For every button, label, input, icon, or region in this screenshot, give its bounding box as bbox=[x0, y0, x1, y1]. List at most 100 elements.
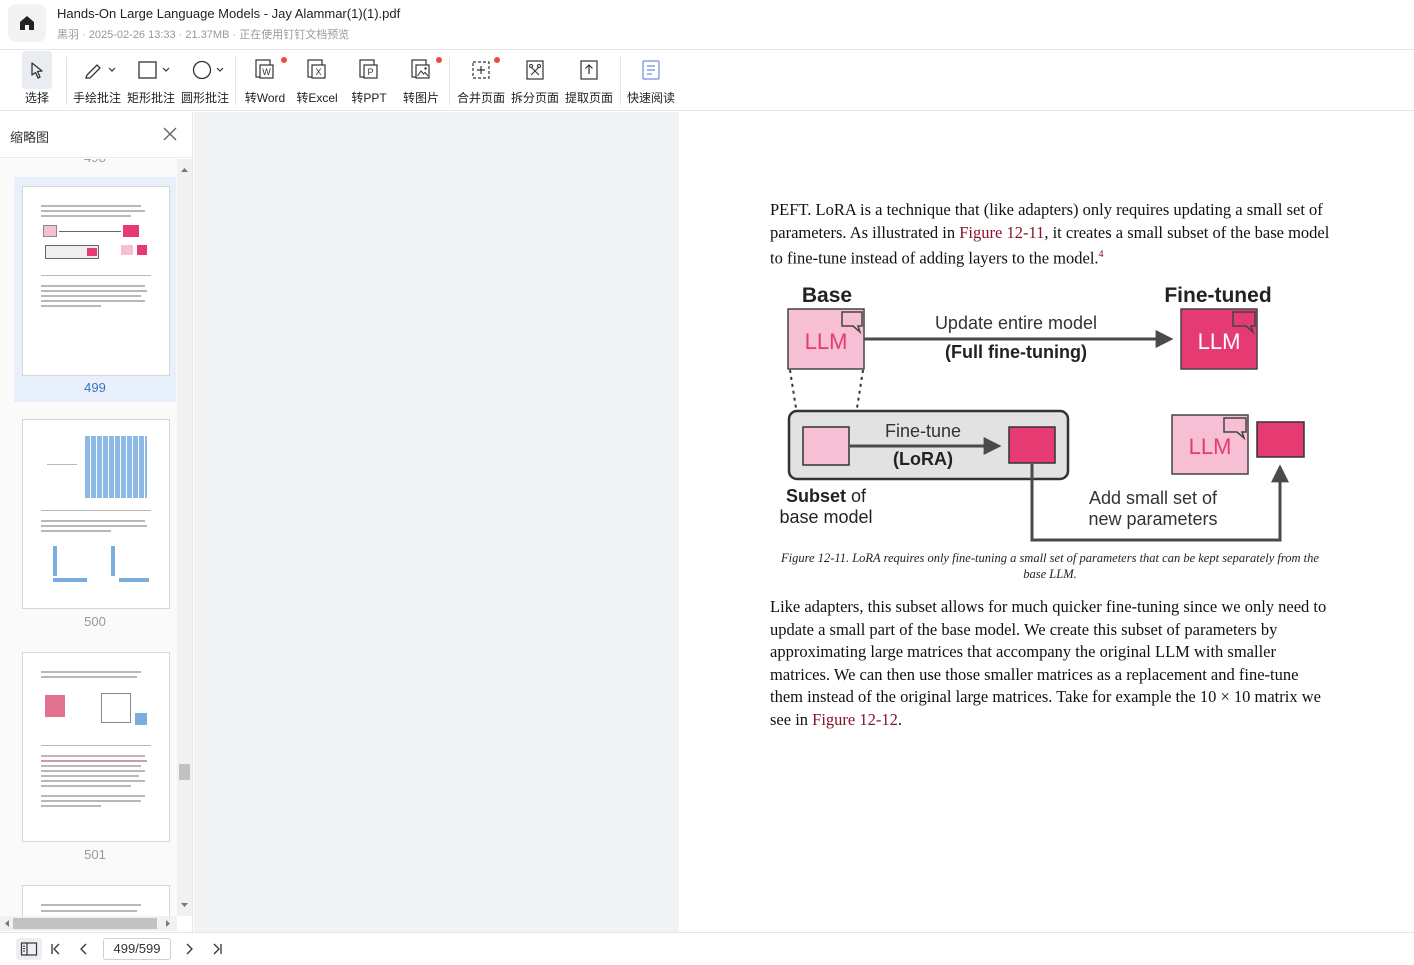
thumbnail-image bbox=[22, 652, 170, 842]
page-number-input[interactable]: 499/599 bbox=[103, 938, 171, 960]
thumbnail-image bbox=[22, 419, 170, 609]
last-page-icon bbox=[213, 943, 222, 955]
subset-label: Subset bbox=[786, 486, 846, 506]
scroll-down-icon[interactable] bbox=[177, 898, 192, 913]
first-page-icon bbox=[51, 943, 60, 955]
thumbnail-sidebar: 缩略图 498 49 bbox=[0, 112, 193, 932]
next-page-button[interactable] bbox=[177, 938, 201, 960]
home-button[interactable] bbox=[8, 4, 46, 42]
base-llm-text: LLM bbox=[805, 329, 848, 354]
select-tool-button[interactable]: 选择 bbox=[22, 51, 52, 111]
figure-caption: Figure 12-11. LoRA requires only fine-tu… bbox=[781, 551, 1319, 581]
toolbar-divider bbox=[66, 57, 67, 105]
footnote-link[interactable]: 4 bbox=[1099, 249, 1104, 260]
thumbnail-page-501[interactable]: 501 bbox=[14, 644, 176, 869]
cursor-icon bbox=[31, 62, 43, 79]
svg-text:W: W bbox=[262, 67, 271, 77]
new-parameters-text: new parameters bbox=[1088, 509, 1217, 529]
full-fine-tuning-text: (Full fine-tuning) bbox=[945, 342, 1087, 362]
fine-tuned-llm-text: LLM bbox=[1198, 329, 1241, 354]
svg-text:Subset of: Subset of bbox=[786, 486, 867, 506]
lora-output-box bbox=[1008, 426, 1056, 464]
thumbnail-page-number: 499 bbox=[84, 380, 106, 395]
merge-pages-button[interactable]: 合并页面 bbox=[456, 51, 506, 111]
toggle-sidebar-button[interactable] bbox=[16, 938, 42, 960]
convert-to-image-button[interactable]: 转图片 bbox=[400, 51, 442, 111]
circle-annotation-button[interactable]: 圆形批注 bbox=[180, 51, 230, 111]
split-pages-button[interactable]: 拆分页面 bbox=[510, 51, 560, 111]
rectangle-icon bbox=[138, 61, 170, 79]
convert-to-word-button[interactable]: W 转Word bbox=[243, 51, 287, 111]
chevron-right-icon bbox=[186, 943, 193, 955]
lora-text: (LoRA) bbox=[893, 449, 953, 469]
merge-pages-icon bbox=[472, 61, 490, 79]
toolbar-divider bbox=[235, 57, 236, 105]
convert-to-ppt-button[interactable]: P 转PPT bbox=[348, 51, 390, 111]
fine-tune-text: Fine-tune bbox=[885, 421, 961, 441]
word-file-icon: W bbox=[255, 59, 274, 79]
excel-file-icon: X bbox=[307, 59, 326, 79]
sidebar-title: 缩略图 bbox=[10, 130, 50, 145]
new-params-box bbox=[1256, 421, 1305, 458]
home-icon bbox=[20, 16, 34, 30]
scroll-up-icon[interactable] bbox=[177, 162, 192, 177]
rectangle-annotation-button[interactable]: 矩形批注 bbox=[126, 51, 176, 111]
svg-text:X: X bbox=[315, 67, 321, 77]
document-meta: 黑羽 · 2025-02-26 13:33 · 21.37MB · 正在使用钉钉… bbox=[57, 29, 350, 41]
extract-pages-button[interactable]: 提取页面 bbox=[564, 51, 614, 111]
thumbnail-image bbox=[22, 186, 170, 376]
thumbnail-page-number: 500 bbox=[84, 614, 106, 629]
circle-icon bbox=[192, 60, 224, 80]
base-label: Base bbox=[802, 284, 852, 307]
figure-link[interactable]: Figure 12-11 bbox=[959, 223, 1044, 242]
scrollbar-thumb[interactable] bbox=[179, 764, 190, 780]
quick-read-icon bbox=[642, 60, 660, 80]
figure-link[interactable]: Figure 12-12 bbox=[812, 710, 898, 729]
quick-read-button[interactable]: 快速阅读 bbox=[626, 51, 676, 111]
pdf-page: PEFT. LoRA is a technique that (like ada… bbox=[679, 112, 1414, 932]
thumbnail-page-partial[interactable] bbox=[14, 877, 176, 916]
convert-to-excel-button[interactable]: X 转Excel bbox=[295, 51, 339, 111]
thumbnail-vertical-scrollbar[interactable] bbox=[177, 159, 192, 916]
thumbnail-partial-label: 498 bbox=[14, 159, 176, 165]
thumbnail-image bbox=[22, 885, 170, 916]
sidebar-header: 缩略图 bbox=[0, 112, 192, 158]
ppt-file-icon: P bbox=[359, 59, 378, 79]
previous-page-button[interactable] bbox=[72, 938, 96, 960]
last-page-button[interactable] bbox=[205, 938, 229, 960]
add-small-set-text: Add small set of bbox=[1089, 488, 1218, 508]
scroll-left-icon[interactable] bbox=[1, 916, 13, 931]
fine-tuned-label: Fine-tuned bbox=[1164, 284, 1271, 307]
title-bar: Hands-On Large Language Models - Jay Ala… bbox=[0, 0, 1414, 50]
lora-figure: Base LLM Update entire model (Full fine-… bbox=[779, 284, 1305, 542]
thumbnail-list: 498 499 bbox=[0, 159, 177, 916]
first-page-button[interactable] bbox=[44, 938, 68, 960]
pen-icon bbox=[85, 64, 116, 79]
sidebar-toggle-icon bbox=[20, 942, 38, 956]
svg-text:P: P bbox=[367, 67, 373, 77]
toolbar-divider bbox=[620, 57, 621, 105]
toolbar-divider bbox=[449, 57, 450, 105]
freehand-annotation-button[interactable]: 手绘批注 bbox=[72, 51, 122, 111]
thumbnail-page-number: 501 bbox=[84, 847, 106, 862]
base-model-label: base model bbox=[779, 507, 872, 527]
document-viewer[interactable]: PEFT. LoRA is a technique that (like ada… bbox=[194, 112, 1414, 932]
thumbnail-page-499[interactable]: 499 bbox=[14, 177, 176, 402]
extract-pages-icon bbox=[580, 60, 598, 80]
image-file-icon bbox=[411, 59, 430, 79]
scroll-right-icon[interactable] bbox=[162, 916, 174, 931]
subset-box bbox=[802, 426, 850, 466]
subset-of-label: of bbox=[846, 486, 867, 506]
paragraph-1: PEFT. LoRA is a technique that (like ada… bbox=[770, 200, 1330, 268]
document-title: Hands-On Large Language Models - Jay Ala… bbox=[57, 6, 401, 21]
update-entire-text: Update entire model bbox=[935, 313, 1097, 333]
thumbnail-horizontal-scrollbar[interactable] bbox=[0, 916, 177, 931]
close-icon[interactable] bbox=[162, 126, 178, 142]
scrollbar-thumb[interactable] bbox=[13, 918, 157, 929]
paragraph-2: Like adapters, this subset allows for mu… bbox=[770, 597, 1327, 729]
chevron-left-icon bbox=[80, 943, 87, 955]
right-llm-text: LLM bbox=[1189, 434, 1232, 459]
page-navigation-bar: 499/599 bbox=[0, 932, 1414, 965]
split-pages-icon bbox=[526, 60, 544, 80]
thumbnail-page-500[interactable]: 500 bbox=[14, 411, 176, 636]
